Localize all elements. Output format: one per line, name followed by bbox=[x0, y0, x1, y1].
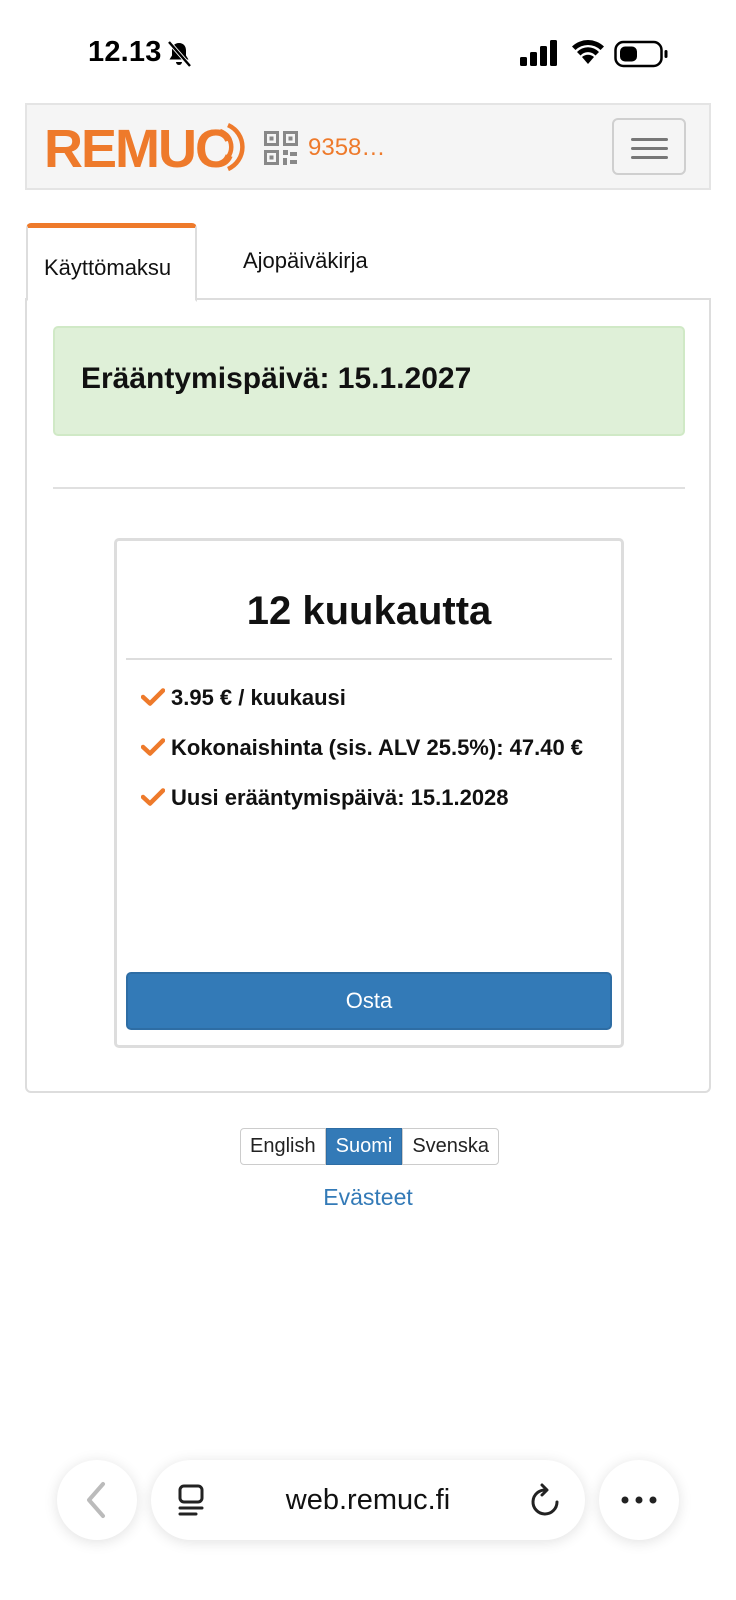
language-suomi[interactable]: Suomi bbox=[325, 1128, 403, 1165]
check-icon bbox=[141, 738, 165, 756]
plan-features: 3.95 € / kuukausi Kokonaishinta (sis. AL… bbox=[141, 681, 611, 831]
cellular-signal-icon bbox=[520, 40, 557, 66]
svg-text:REMUC: REMUC bbox=[44, 119, 233, 175]
language-selector: English Suomi Svenska bbox=[240, 1128, 500, 1165]
feature-item: Kokonaishinta (sis. ALV 25.5%): 47.40 € bbox=[141, 731, 611, 765]
language-english[interactable]: English bbox=[240, 1128, 326, 1165]
qr-code-icon bbox=[264, 131, 298, 165]
plan-separator bbox=[126, 658, 612, 660]
more-options-button[interactable] bbox=[599, 1460, 679, 1540]
due-date-alert: Erääntymispäivä: 15.1.2027 bbox=[53, 326, 685, 436]
tab-kayttomaksu[interactable]: Käyttömaksu bbox=[26, 223, 197, 302]
menu-toggle-button[interactable] bbox=[612, 118, 686, 175]
tab-ajopaivakirja[interactable]: Ajopäiväkirja bbox=[219, 223, 399, 300]
navbar: REMUC 9358… bbox=[25, 103, 711, 190]
plan-title: 12 kuukautta bbox=[246, 589, 492, 633]
divider bbox=[53, 487, 685, 489]
reload-icon[interactable] bbox=[529, 1482, 563, 1518]
tab-bar: Käyttömaksu Ajopäiväkirja bbox=[25, 223, 711, 302]
browser-toolbar: web.remuc.fi bbox=[0, 1440, 736, 1600]
remuc-logo[interactable]: REMUC bbox=[44, 119, 264, 175]
hamburger-menu-icon bbox=[631, 138, 668, 141]
status-bar: 12.13 bbox=[0, 0, 736, 100]
status-time: 12.13 bbox=[88, 36, 162, 68]
bell-off-icon bbox=[167, 40, 192, 68]
vehicle-id: 9358… bbox=[308, 134, 386, 161]
language-svenska[interactable]: Svenska bbox=[402, 1128, 500, 1165]
feature-item: Uusi erääntymispäivä: 15.1.2028 bbox=[141, 781, 611, 815]
plan-card: 12 kuukautta 3.95 € / kuukausi Kokonaish… bbox=[114, 538, 624, 1048]
buy-button[interactable]: Osta bbox=[126, 972, 612, 1030]
chevron-left-icon bbox=[87, 1482, 105, 1518]
due-date-text: Erääntymispäivä: 15.1.2027 bbox=[81, 362, 472, 395]
address-bar[interactable]: web.remuc.fi bbox=[151, 1460, 585, 1540]
more-horizontal-icon bbox=[621, 1496, 657, 1504]
feature-text: 3.95 € / kuukausi bbox=[171, 685, 346, 710]
check-icon bbox=[141, 788, 165, 806]
battery-icon bbox=[614, 40, 668, 68]
tab-content-panel: Erääntymispäivä: 15.1.2027 12 kuukautta … bbox=[25, 298, 711, 1093]
url-text: web.remuc.fi bbox=[285, 1484, 451, 1516]
cookies-link[interactable]: Evästeet bbox=[0, 1184, 736, 1211]
back-button[interactable] bbox=[57, 1460, 137, 1540]
feature-text: Uusi erääntymispäivä: 15.1.2028 bbox=[171, 785, 509, 810]
wifi-icon bbox=[572, 40, 604, 64]
check-icon bbox=[141, 688, 165, 706]
feature-item: 3.95 € / kuukausi bbox=[141, 681, 611, 715]
tab-label: Käyttömaksu bbox=[44, 255, 172, 280]
feature-text: Kokonaishinta (sis. ALV 25.5%): 47.40 € bbox=[171, 735, 584, 760]
tab-label: Ajopäiväkirja bbox=[243, 248, 368, 273]
